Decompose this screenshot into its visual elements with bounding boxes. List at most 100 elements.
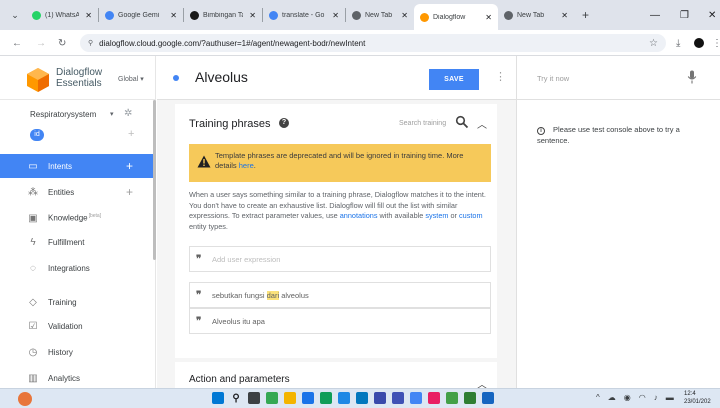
training-phrase-text[interactable]: Alveolus itu apa (212, 317, 265, 326)
app-icon-pink[interactable] (428, 392, 440, 404)
sidebar-item-knowledge[interactable]: ▣ Knowledge[beta] (0, 206, 153, 230)
browser-menu-icon[interactable]: ⋮ (712, 30, 720, 56)
url-text: dialogflow.cloud.google.com/?authuser=1#… (99, 38, 366, 48)
system-entity-link[interactable]: system (425, 211, 448, 220)
back-arrow-icon[interactable]: ← (12, 30, 22, 56)
chrome-profile-icon[interactable] (410, 392, 422, 404)
word-app-icon[interactable] (338, 392, 350, 404)
intent-priority-dot[interactable] (173, 75, 179, 81)
browser-tab[interactable]: Dialogflow ✕ (414, 4, 498, 30)
chevron-up-icon[interactable]: ︿ (477, 116, 487, 131)
tab-close-icon[interactable]: ✕ (249, 11, 256, 20)
bookmark-star-icon[interactable]: ☆ (649, 38, 658, 49)
try-it-now-input[interactable] (537, 72, 687, 84)
tab-search-chevron-icon[interactable]: ⌄ (4, 0, 26, 30)
zoom-app-icon[interactable] (356, 392, 368, 404)
sidebar-item-fulfillment[interactable]: ϟ Fulfillment (0, 230, 153, 254)
app-icon-green[interactable] (446, 392, 458, 404)
restore-button[interactable]: ❐ (680, 0, 689, 30)
tab-favicon-icon (105, 10, 114, 20)
add-user-expression-input[interactable] (212, 253, 482, 266)
volume-icon[interactable]: ♪ (654, 393, 658, 402)
action-parameters-card[interactable]: Action and parameters ︿ (175, 362, 497, 391)
close-window-button[interactable]: ✕ (708, 0, 716, 30)
sidebar-scrollbar[interactable] (153, 100, 156, 260)
excel-app-icon[interactable] (464, 392, 476, 404)
search-icon[interactable]: ⚲ (230, 392, 242, 404)
microphone-icon[interactable] (687, 70, 697, 84)
browser-tab[interactable]: (1) WhatsApp ✕ (26, 0, 98, 30)
tab-close-icon[interactable]: ✕ (170, 11, 177, 20)
tab-close-icon[interactable]: ✕ (85, 11, 92, 20)
chrome-app-icon[interactable] (266, 392, 278, 404)
edge-app-icon[interactable] (320, 392, 332, 404)
tab-close-icon[interactable]: ✕ (332, 11, 339, 20)
weather-widget-icon[interactable] (18, 392, 32, 406)
add-language-plus-icon[interactable]: + (128, 128, 134, 140)
profile-avatar[interactable] (694, 38, 704, 48)
url-omnibox[interactable]: ⚲ dialogflow.cloud.google.com/?authuser=… (80, 34, 666, 52)
sidebar-item-integrations[interactable]: ◌ Integrations (0, 256, 153, 280)
reload-icon[interactable]: ↻ (58, 30, 66, 56)
entity-highlight[interactable]: dari (266, 291, 280, 300)
language-chip[interactable]: id (30, 129, 44, 141)
annotations-link[interactable]: annotations (340, 211, 378, 220)
browser-tab[interactable]: New Tab ✕ (498, 0, 574, 30)
knowledge-icon: ▣ (28, 212, 38, 224)
training-phrase-row[interactable]: ❞ Alveolus itu apa (189, 308, 491, 334)
agent-selector[interactable]: Respiratorysystem ▾ ✲ (0, 106, 156, 124)
sidebar-item-entities[interactable]: ⁂ Entities + (0, 180, 153, 204)
app-icon-an[interactable] (374, 392, 386, 404)
wifi-icon[interactable]: ◠ (639, 393, 646, 402)
site-info-icon[interactable]: ⚲ (88, 39, 93, 47)
add-intents-plus-icon[interactable]: + (126, 159, 133, 173)
sidebar-item-label: Fulfillment (48, 237, 85, 247)
sidebar: Dialogflow Essentials Global ▾ Respirato… (0, 56, 156, 388)
more-options-icon[interactable]: ⋮ (495, 70, 506, 83)
clock[interactable]: 12:4 23/01/202 (684, 390, 720, 406)
tab-favicon-icon (420, 12, 429, 22)
tab-close-icon[interactable]: ✕ (561, 11, 568, 20)
sidebar-item-training[interactable]: ◇ Training (0, 290, 153, 314)
save-button[interactable]: SAVE (429, 69, 479, 90)
search-training-label[interactable]: Search training (399, 120, 446, 127)
custom-entity-link[interactable]: custom (459, 211, 483, 220)
tab-close-icon[interactable]: ✕ (401, 11, 408, 20)
intent-name[interactable]: Alveolus (195, 69, 248, 85)
sidebar-item-validation[interactable]: ☑ Validation (0, 314, 153, 338)
add-entities-plus-icon[interactable]: + (126, 185, 133, 199)
training-phrase-text[interactable]: sebutkan fungsi dari alveolus (212, 291, 309, 300)
browser-tab[interactable]: Bimbingan Ta ✕ (184, 0, 262, 30)
app-icon-blue[interactable] (482, 392, 494, 404)
help-icon[interactable]: ? (279, 118, 289, 128)
start-windows-icon[interactable] (212, 392, 224, 404)
details-here-link[interactable]: here (239, 161, 254, 170)
sidebar-item-analytics[interactable]: ▥ Analytics (0, 366, 153, 390)
file-explorer-icon[interactable] (284, 392, 296, 404)
download-icon[interactable]: ⤓ (676, 30, 680, 56)
integrations-icon: ◌ (30, 262, 36, 274)
chevron-up-icon[interactable]: ^ (596, 393, 600, 402)
sidebar-item-intents[interactable]: ▭ Intents + (0, 154, 153, 178)
app-icon-dark[interactable] (392, 392, 404, 404)
system-tray: ^ ☁ ◉ ◠ ♪ ▬ (596, 393, 682, 402)
gear-icon[interactable]: ✲ (124, 108, 132, 119)
browser-tab[interactable]: translate - Go ✕ (263, 0, 345, 30)
browser-tab[interactable]: Google Gemi ✕ (99, 0, 183, 30)
tab-close-icon[interactable]: ✕ (485, 13, 492, 22)
network-icon[interactable]: ◉ (624, 393, 631, 402)
region-selector[interactable]: Global ▾ (118, 75, 144, 83)
sidebar-item-history[interactable]: ◷ History (0, 340, 153, 364)
forward-arrow-icon[interactable]: → (36, 30, 46, 56)
mail-app-icon[interactable] (302, 392, 314, 404)
battery-icon[interactable]: ▬ (666, 393, 674, 402)
minimize-button[interactable]: — (650, 0, 660, 30)
chevron-down-icon[interactable]: ▾ (110, 110, 114, 118)
browser-tab[interactable]: New Tab ✕ (346, 0, 414, 30)
task-view-icon[interactable] (248, 392, 260, 404)
training-phrase-row[interactable]: ❞ sebutkan fungsi dari alveolus (189, 282, 491, 308)
search-icon[interactable] (455, 115, 469, 129)
cloud-icon[interactable]: ☁ (608, 393, 616, 402)
deprecation-warning: Template phrases are deprecated and will… (189, 144, 491, 182)
new-tab-button[interactable]: + (574, 0, 597, 30)
